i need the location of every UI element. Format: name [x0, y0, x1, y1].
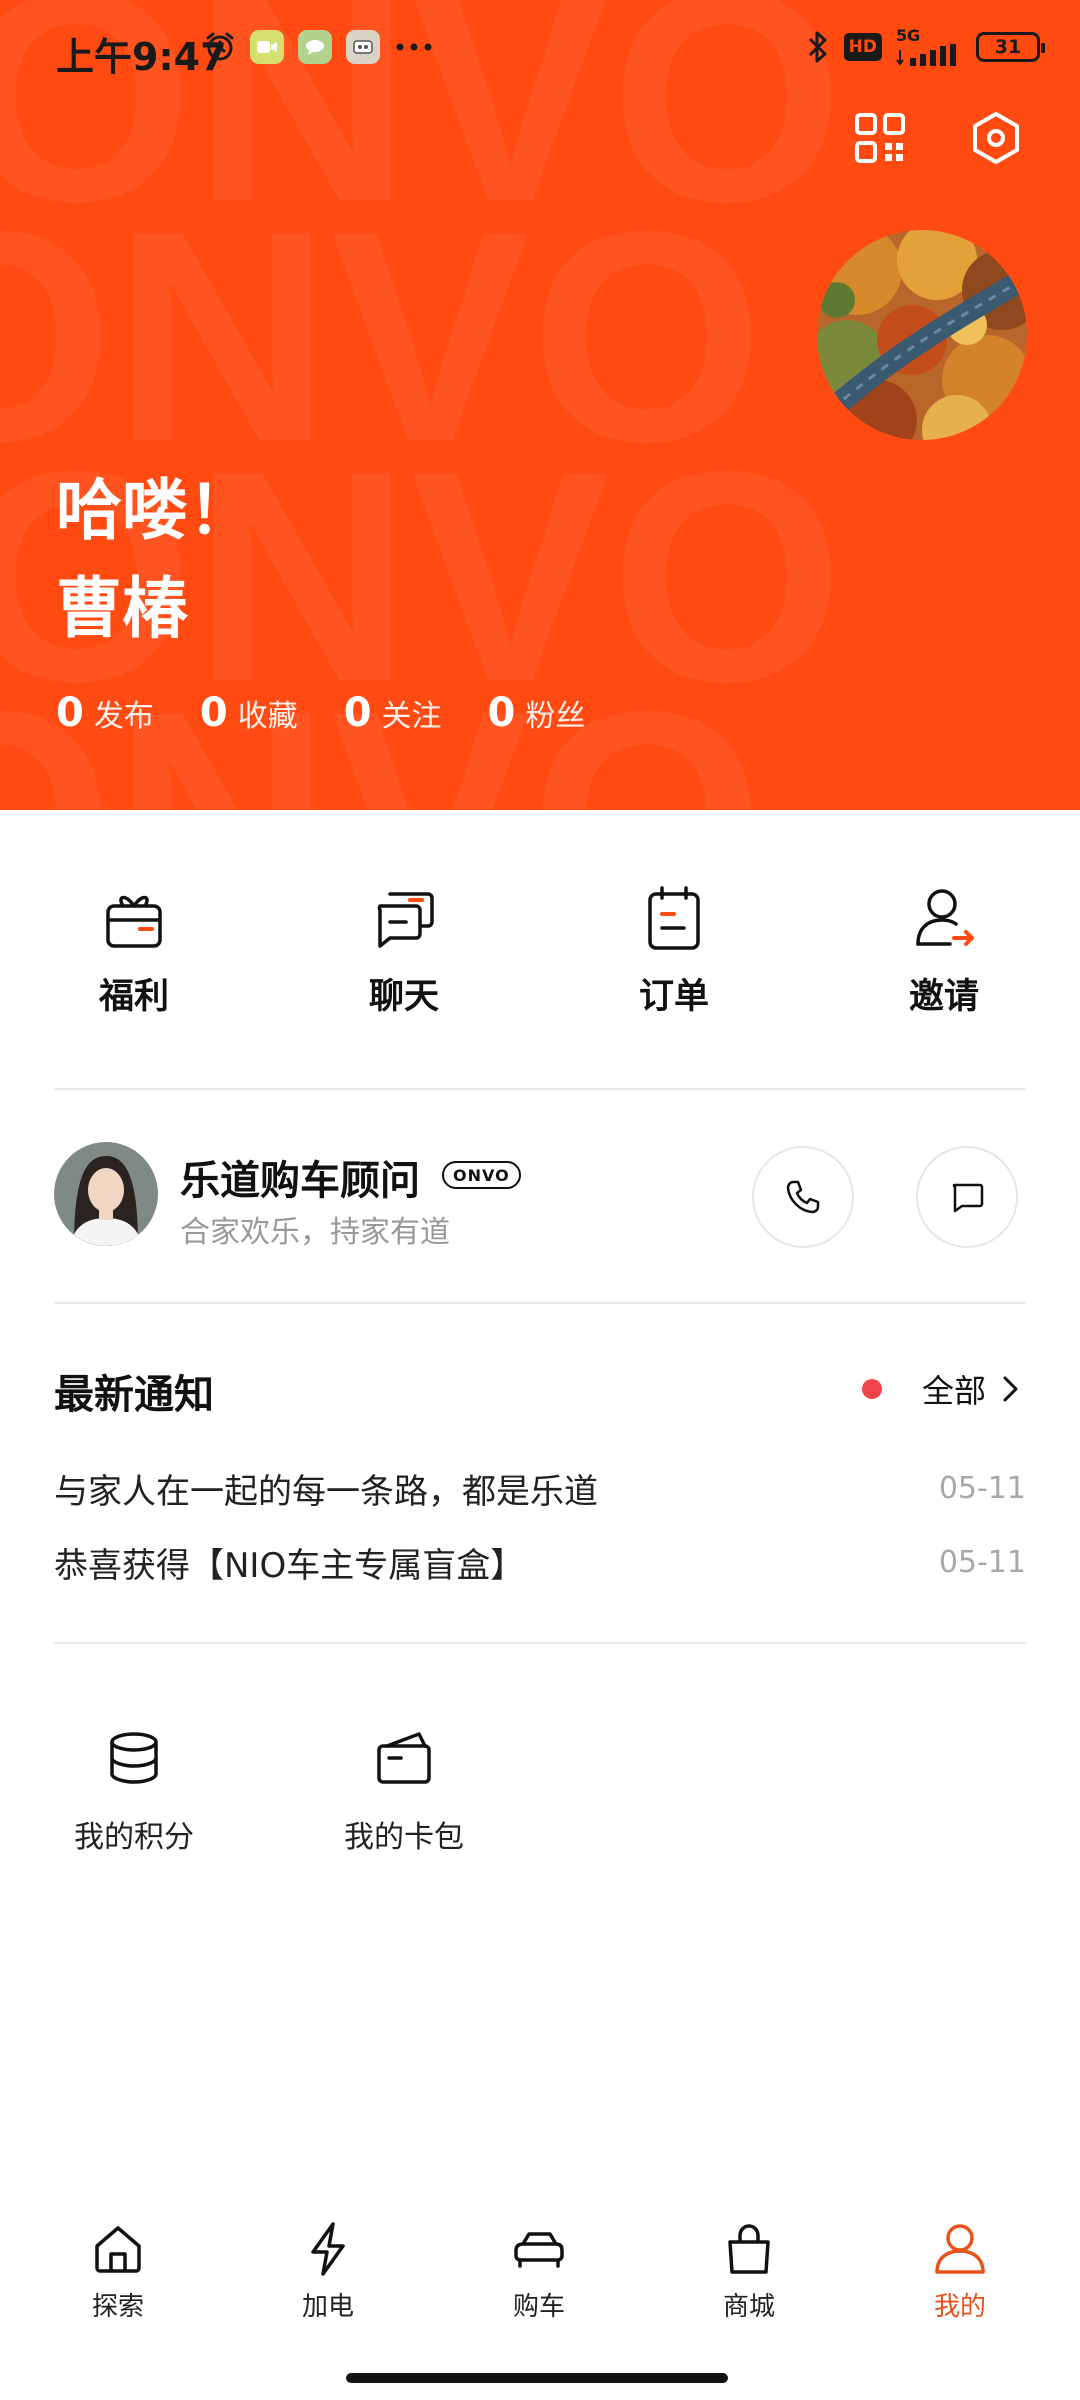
nav-label: 我的 — [933, 2292, 986, 2322]
user-avatar[interactable] — [817, 230, 1027, 440]
home-indicator[interactable] — [346, 2373, 728, 2383]
signal-bars-icon — [896, 44, 956, 66]
network-type: 5G — [896, 26, 921, 45]
settings-hexagon-icon — [973, 112, 1019, 164]
stat-posts[interactable]: 0 发布 — [56, 690, 154, 736]
facetime-app-icon — [250, 30, 284, 64]
tool-label: 我的积分 — [74, 1820, 194, 1855]
hd-voice-icon: HD — [843, 33, 882, 61]
advisor-subtitle: 合家欢乐，持家有道 — [180, 1215, 450, 1250]
messages-app-icon — [298, 30, 332, 64]
notification-date: 05-11 — [938, 1545, 1026, 1580]
quick-action-label: 订单 — [638, 977, 709, 1017]
autumn-road-photo — [817, 230, 1027, 440]
notifications-view-all[interactable]: 全部 — [861, 1366, 1022, 1412]
status-system-icons: HD 5G 31 — [806, 28, 1045, 66]
advisor-photo — [54, 1142, 158, 1246]
chat-icon — [377, 892, 434, 948]
stat-followers-count: 0 — [487, 690, 516, 736]
notifications-title: 最新通知 — [54, 1372, 214, 1418]
nav-tab-charging[interactable]: 加电 — [248, 2220, 408, 2323]
section-divider — [54, 1302, 1026, 1304]
phone-icon — [786, 1180, 820, 1214]
battery-level: 31 — [994, 36, 1022, 58]
quick-action-label: 聊天 — [368, 977, 439, 1017]
nav-tab-me[interactable]: 我的 — [880, 2220, 1040, 2323]
gift-icon — [106, 895, 162, 948]
stat-favorites[interactable]: 0 收藏 — [200, 690, 298, 736]
signal-indicator: 5G — [896, 28, 962, 66]
greeting-block: 哈喽！ 曹椿 — [56, 462, 254, 658]
advisor-name[interactable]: 乐道购车顾问 — [180, 1148, 420, 1206]
more-notifications-icon — [396, 43, 432, 51]
message-advisor-button[interactable] — [916, 1146, 1018, 1248]
lightning-icon — [311, 2222, 345, 2276]
bottom-navigation: 探索 加电 购车 商城 我的 — [0, 2220, 1080, 2340]
notification-item[interactable]: 与家人在一起的每一条路，都是乐道 05-11 — [54, 1464, 1026, 1513]
stat-favorites-label: 收藏 — [237, 699, 298, 734]
notification-date: 05-11 — [938, 1471, 1026, 1506]
nav-tab-buy-car[interactable]: 购车 — [459, 2220, 619, 2323]
profile-header: ONVO ONVO ONVO ONVO 上午9:47 — [0, 0, 1080, 810]
points-icon — [110, 1732, 158, 1784]
stat-followers-label: 粉丝 — [525, 699, 586, 734]
notification-text: 恭喜获得【NIO车主专属盲盒】 — [54, 1546, 525, 1586]
call-advisor-button[interactable] — [752, 1146, 854, 1248]
home-icon — [95, 2226, 141, 2273]
chevron-right-icon — [1003, 1376, 1018, 1402]
nav-tab-mall[interactable]: 商城 — [669, 2220, 829, 2323]
onvo-badge: ONVO — [442, 1161, 521, 1189]
notification-item[interactable]: 恭喜获得【NIO车主专属盲盒】 05-11 — [54, 1538, 1026, 1587]
status-notification-icons — [204, 30, 434, 64]
tool-label: 我的卡包 — [344, 1820, 464, 1855]
alarm-icon — [206, 32, 234, 61]
status-bar: 上午9:47 HD 5G 31 — [0, 0, 1080, 100]
quick-action-label: 邀请 — [908, 977, 979, 1017]
notification-text: 与家人在一起的每一条路，都是乐道 — [54, 1472, 598, 1512]
advisor-avatar[interactable] — [54, 1142, 158, 1246]
stat-following-count: 0 — [343, 690, 372, 736]
nav-tab-explore[interactable]: 探索 — [38, 2220, 198, 2323]
view-all-label: 全部 — [921, 1372, 986, 1410]
quick-action-invite[interactable]: 邀请 — [844, 880, 1044, 1019]
profile-stats: 0 发布 0 收藏 0 关注 0 粉丝 — [56, 690, 585, 736]
tool-points[interactable]: 我的积分 — [34, 1728, 234, 1856]
unread-dot — [861, 1379, 882, 1399]
car-icon — [514, 2232, 564, 2268]
stat-posts-count: 0 — [56, 690, 84, 736]
section-divider — [54, 1088, 1026, 1090]
section-divider — [54, 1642, 1026, 1644]
message-icon — [952, 1183, 984, 1213]
stat-posts-label: 发布 — [93, 699, 154, 734]
quick-action-orders[interactable]: 订单 — [574, 880, 774, 1019]
quick-action-label: 福利 — [98, 977, 169, 1017]
nav-label: 购车 — [512, 2292, 565, 2322]
quick-action-chat[interactable]: 聊天 — [304, 880, 504, 1019]
username[interactable]: 曹椿 — [56, 560, 254, 658]
qr-code-icon — [855, 113, 905, 163]
nav-label: 加电 — [301, 2292, 354, 2322]
quick-action-benefits[interactable]: 福利 — [34, 880, 234, 1019]
nav-label: 探索 — [91, 2292, 144, 2322]
bluetooth-icon — [808, 31, 827, 63]
nav-label: 商城 — [722, 2292, 775, 2322]
qr-code-button[interactable] — [848, 106, 912, 170]
person-icon — [935, 2224, 985, 2274]
wallet-icon — [377, 1732, 431, 1784]
dialer-app-icon — [346, 30, 380, 64]
status-time: 上午9:47 — [56, 35, 227, 79]
stat-following-label: 关注 — [381, 699, 442, 734]
greeting-text: 哈喽！ — [56, 472, 254, 549]
stat-following[interactable]: 0 关注 — [344, 690, 442, 736]
stat-followers[interactable]: 0 粉丝 — [488, 690, 586, 736]
quick-actions: 福利 聊天 订单 邀请 — [0, 880, 1080, 1020]
order-icon — [648, 886, 700, 950]
shopping-bag-icon — [728, 2224, 770, 2274]
settings-button[interactable] — [964, 106, 1028, 170]
invite-icon — [916, 889, 974, 946]
battery-indicator: 31 — [976, 32, 1045, 62]
stat-favorites-count: 0 — [199, 690, 228, 736]
tool-wallet[interactable]: 我的卡包 — [304, 1728, 504, 1856]
